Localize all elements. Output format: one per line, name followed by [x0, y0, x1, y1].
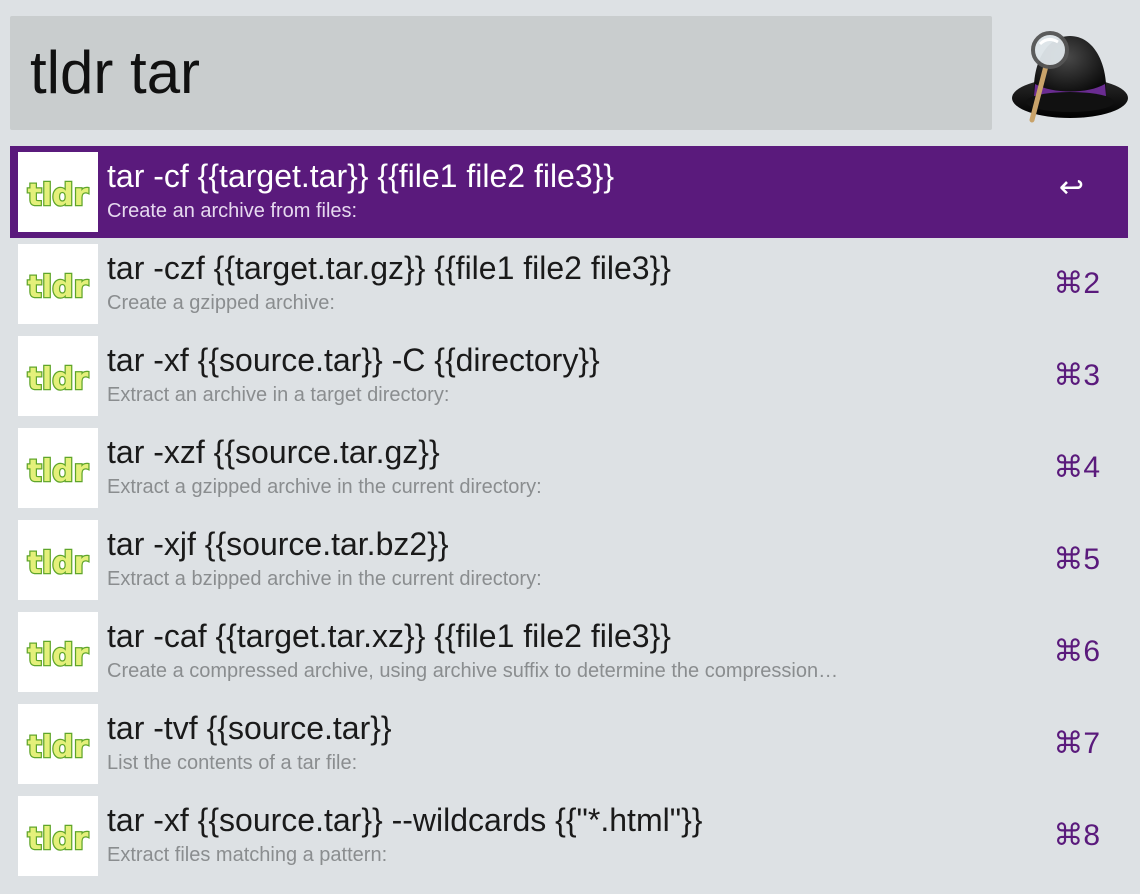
tldr-logo-icon: tldr: [18, 612, 98, 692]
shortcut-hint: ⌘8: [1053, 819, 1100, 852]
shortcut-hint: ⌘5: [1053, 543, 1100, 576]
tldr-logo-icon: tldr: [18, 336, 98, 416]
result-item-4[interactable]: tldr tar -xzf {{source.tar.gz}} Extract …: [10, 422, 1128, 514]
svg-text:tldr: tldr: [28, 270, 89, 305]
result-subtitle: List the contents of a tar file:: [107, 752, 358, 774]
svg-text:tldr: tldr: [28, 454, 89, 489]
shortcut-hint: ⌘3: [1053, 359, 1100, 392]
svg-text:tldr: tldr: [28, 546, 89, 581]
tldr-logo-icon: tldr: [18, 244, 98, 324]
result-title: tar -tvf {{source.tar}}: [107, 710, 392, 746]
result-title: tar -caf {{target.tar.xz}} {{file1 file2…: [107, 618, 671, 654]
result-subtitle: Extract an archive in a target directory…: [107, 384, 450, 406]
shortcut-hint: ⌘7: [1053, 727, 1100, 760]
svg-text:tldr: tldr: [28, 730, 89, 765]
svg-text:tldr: tldr: [28, 178, 89, 213]
tldr-logo-icon: tldr: [18, 428, 98, 508]
search-query[interactable]: tldr tar: [30, 38, 200, 108]
svg-text:tldr: tldr: [28, 638, 89, 673]
result-subtitle: Extract files matching a pattern:: [107, 844, 388, 866]
result-title: tar -xf {{source.tar}} -C {{directory}}: [107, 342, 600, 378]
result-subtitle: Extract a bzipped archive in the current…: [107, 568, 542, 590]
result-subtitle: Create a compressed archive, using archi…: [107, 660, 839, 682]
results-list: tldr tar -cf {{target.tar}} {{file1 file…: [10, 146, 1128, 882]
shortcut-hint: ⌘6: [1053, 635, 1100, 668]
result-item-2[interactable]: tldr tar -czf {{target.tar.gz}} {{file1 …: [10, 238, 1128, 330]
result-item-6[interactable]: tldr tar -caf {{target.tar.xz}} {{file1 …: [10, 606, 1128, 698]
alfred-hat-icon: [1008, 24, 1130, 128]
tldr-logo-icon: tldr: [18, 520, 98, 600]
result-item-7[interactable]: tldr tar -tvf {{source.tar}} List the co…: [10, 698, 1128, 790]
result-title: tar -xzf {{source.tar.gz}}: [107, 434, 440, 470]
result-item-5[interactable]: tldr tar -xjf {{source.tar.bz2}} Extract…: [10, 514, 1128, 606]
result-item-3[interactable]: tldr tar -xf {{source.tar}} -C {{directo…: [10, 330, 1128, 422]
result-title: tar -czf {{target.tar.gz}} {{file1 file2…: [107, 250, 671, 286]
tldr-logo-icon: tldr: [18, 796, 98, 876]
tldr-logo-icon: tldr: [18, 152, 98, 232]
search-field[interactable]: tldr tar: [10, 16, 992, 130]
tldr-logo-icon: tldr: [18, 704, 98, 784]
result-item-8[interactable]: tldr tar -xf {{source.tar}} --wildcards …: [10, 790, 1128, 882]
result-subtitle: Extract a gzipped archive in the current…: [107, 476, 542, 498]
result-subtitle: Create an archive from files:: [107, 200, 358, 222]
result-title: tar -cf {{target.tar}} {{file1 file2 fil…: [107, 158, 615, 194]
result-subtitle: Create a gzipped archive:: [107, 292, 335, 314]
result-item-1[interactable]: tldr tar -cf {{target.tar}} {{file1 file…: [10, 146, 1128, 238]
shortcut-hint: ⌘2: [1053, 267, 1100, 300]
result-title: tar -xjf {{source.tar.bz2}}: [107, 526, 449, 562]
shortcut-hint: ⌘4: [1053, 451, 1100, 484]
svg-text:tldr: tldr: [28, 822, 89, 857]
return-key-hint: ↩: [1058, 171, 1084, 204]
svg-text:tldr: tldr: [28, 362, 89, 397]
result-title: tar -xf {{source.tar}} --wildcards {{"*.…: [107, 802, 703, 838]
